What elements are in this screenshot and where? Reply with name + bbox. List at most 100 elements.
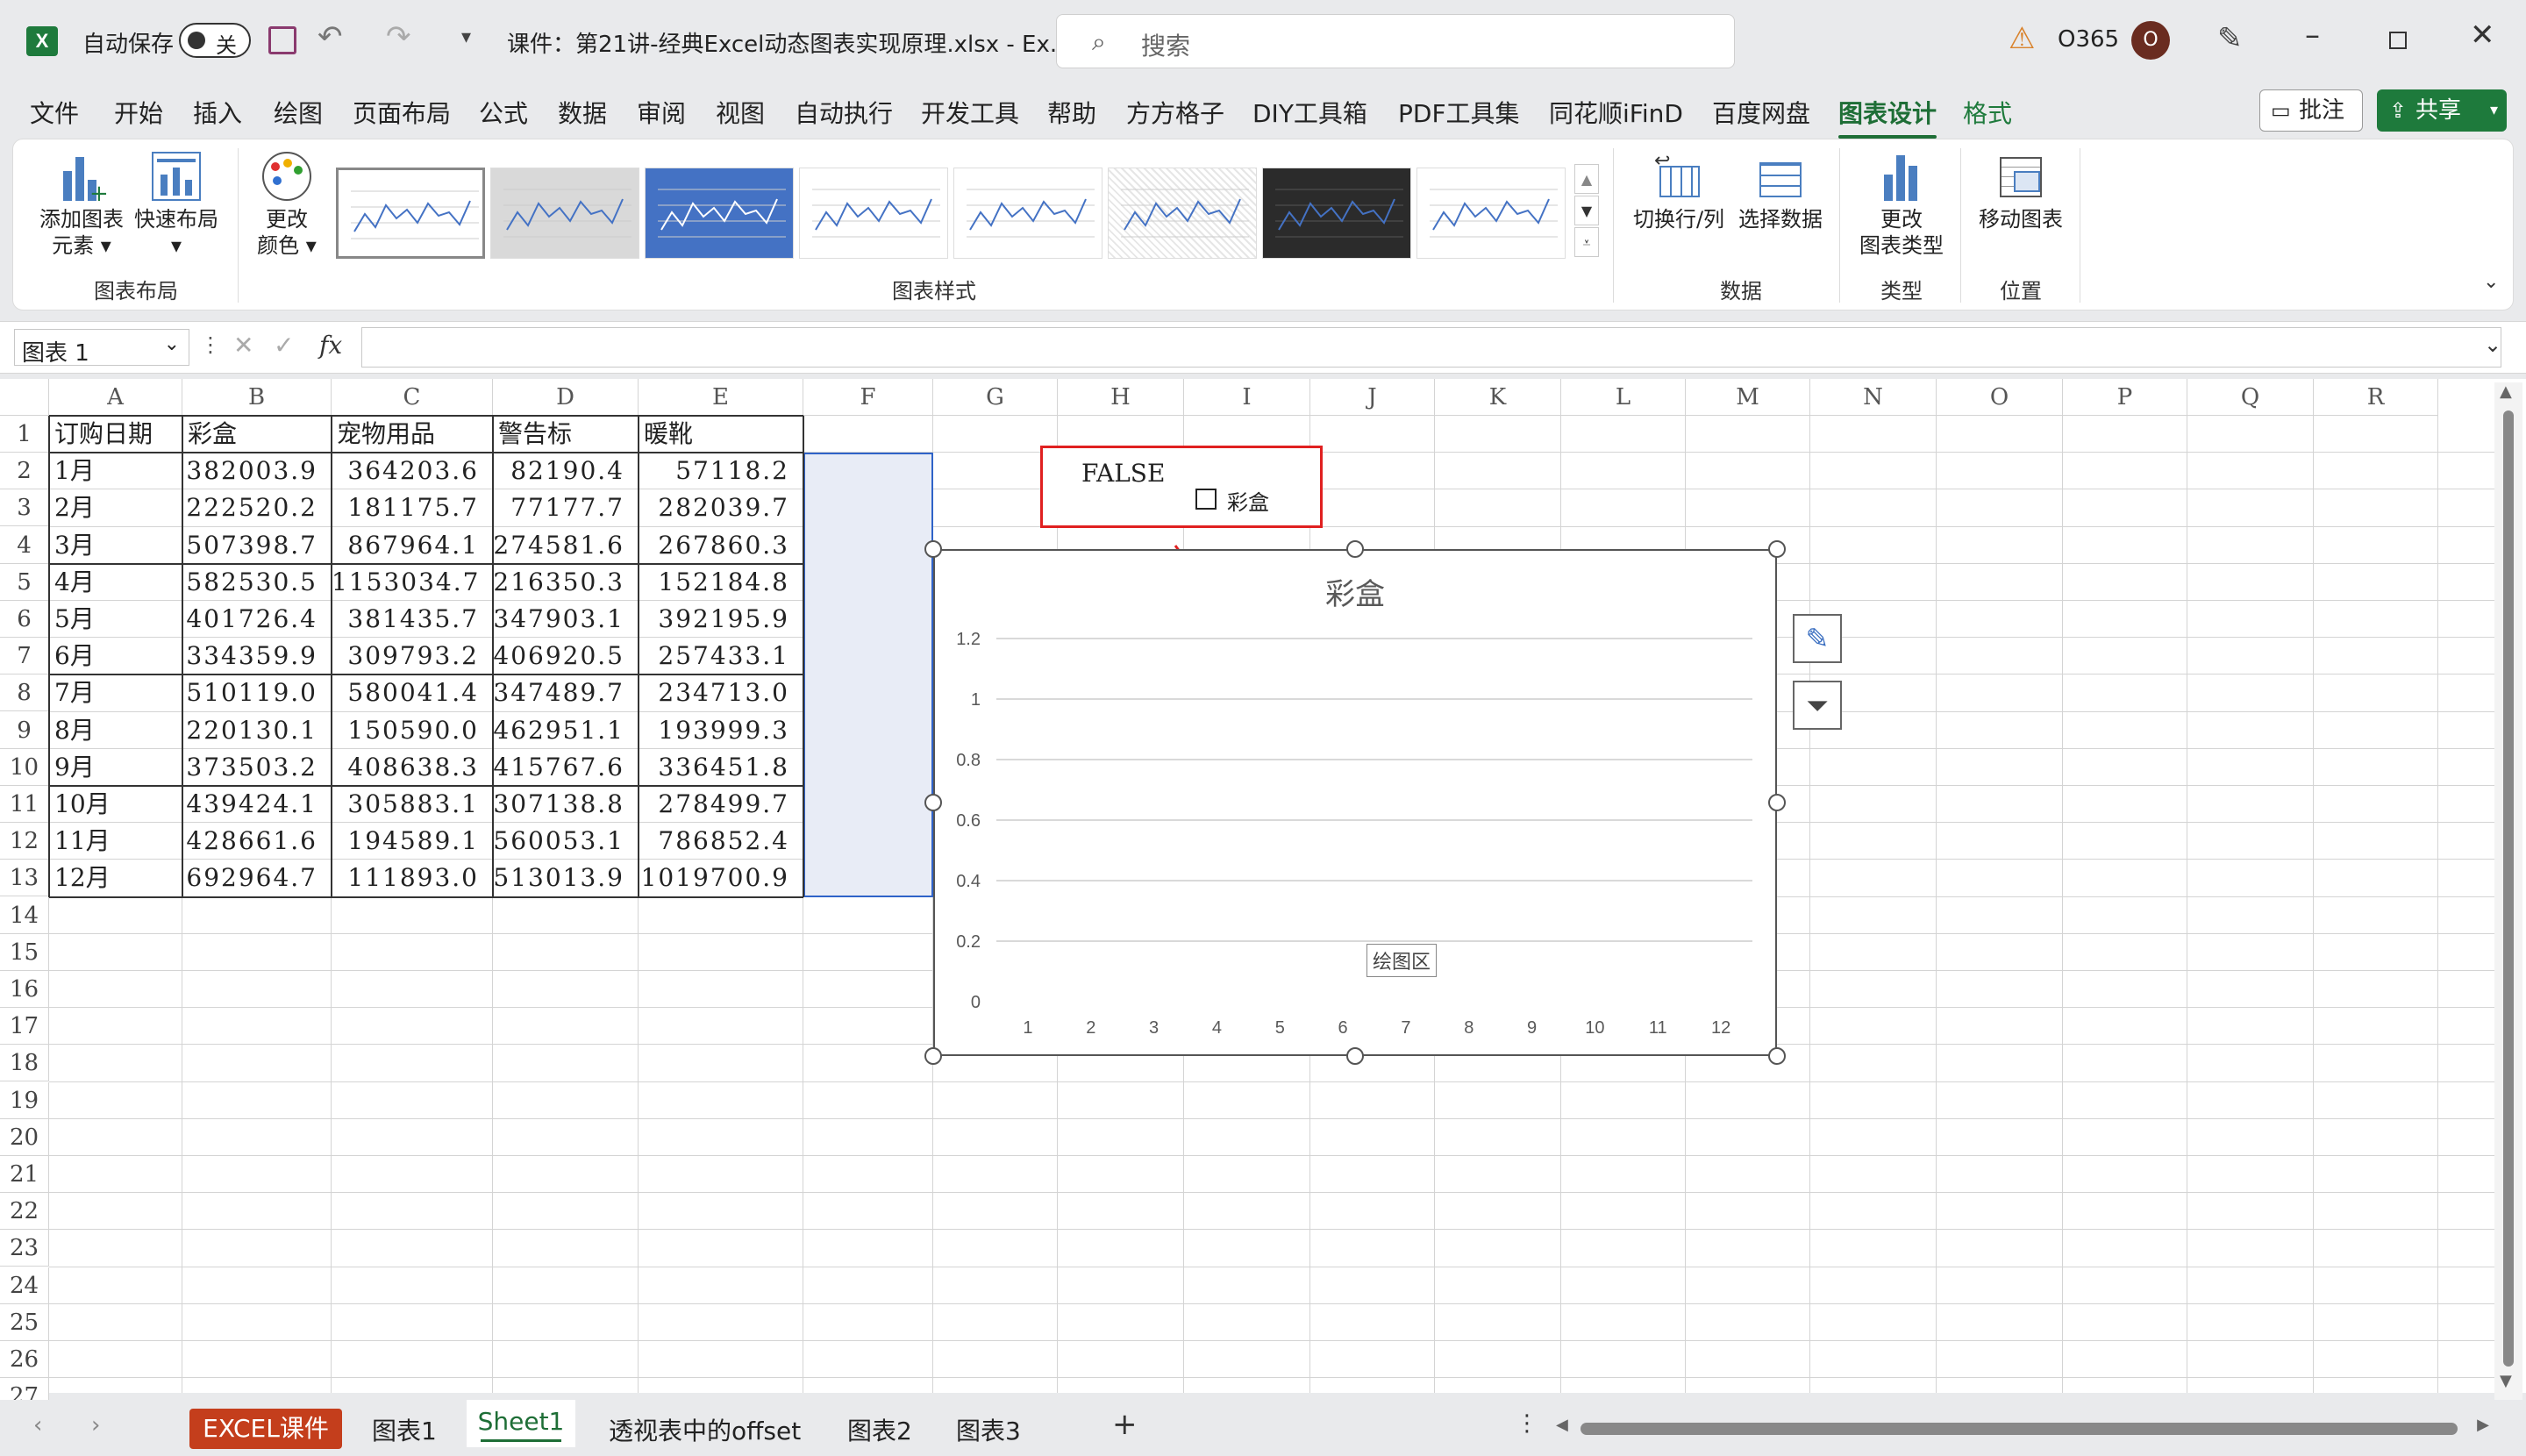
- restore-icon[interactable]: [2389, 32, 2407, 49]
- column-header[interactable]: K: [1435, 379, 1561, 416]
- table-cell[interactable]: 462951.1: [493, 712, 639, 749]
- column-header[interactable]: A: [49, 379, 182, 416]
- chart-style-thumbnail[interactable]: [1262, 168, 1411, 259]
- table-cell[interactable]: 692964.7: [182, 860, 332, 896]
- row-header[interactable]: 14: [0, 896, 49, 934]
- scroll-thumb[interactable]: [2503, 410, 2514, 1367]
- column-header[interactable]: J: [1310, 379, 1435, 416]
- vertical-scrollbar[interactable]: ▲ ▼: [2494, 382, 2522, 1400]
- row-header[interactable]: 9: [0, 711, 49, 749]
- resize-handle[interactable]: [924, 540, 942, 558]
- minimize-icon[interactable]: –: [2305, 18, 2320, 53]
- table-cell[interactable]: 282039.7: [639, 489, 803, 526]
- table-cell[interactable]: 364203.6: [332, 453, 493, 489]
- table-cell[interactable]: 77177.7: [493, 489, 639, 526]
- table-header-cell[interactable]: 订购日期: [49, 416, 182, 453]
- resize-handle[interactable]: [1346, 540, 1364, 558]
- table-cell[interactable]: 111893.0: [332, 860, 493, 896]
- table-cell[interactable]: 1019700.9: [639, 860, 803, 896]
- table-cell[interactable]: 373503.2: [182, 749, 332, 786]
- table-cell[interactable]: 2月: [49, 489, 182, 526]
- select-all-corner[interactable]: [0, 379, 49, 416]
- column-header[interactable]: Q: [2187, 379, 2314, 416]
- menu-insert[interactable]: 插入: [193, 95, 242, 130]
- menu-data[interactable]: 数据: [558, 95, 607, 130]
- close-icon[interactable]: ✕: [2470, 18, 2495, 53]
- table-cell[interactable]: 9月: [49, 749, 182, 786]
- table-cell[interactable]: 1153034.7: [332, 564, 493, 601]
- scroll-down-icon[interactable]: ▼: [2500, 1372, 2512, 1390]
- table-header-cell[interactable]: 宠物用品: [332, 416, 493, 453]
- chart-style-thumbnail[interactable]: [1108, 168, 1257, 259]
- column-header[interactable]: B: [182, 379, 332, 416]
- table-cell[interactable]: 222520.2: [182, 489, 332, 526]
- collapse-ribbon-icon[interactable]: ⌄: [2483, 271, 2499, 293]
- row-header[interactable]: 3: [0, 489, 49, 527]
- column-header[interactable]: L: [1561, 379, 1686, 416]
- row-header[interactable]: 21: [0, 1156, 49, 1193]
- menu-pdf[interactable]: PDF工具集: [1398, 95, 1520, 130]
- table-cell[interactable]: 439424.1: [182, 786, 332, 823]
- enter-icon[interactable]: ✓: [274, 331, 294, 360]
- tab-chart1[interactable]: 图表1: [372, 1412, 437, 1447]
- table-cell[interactable]: 786852.4: [639, 823, 803, 860]
- table-cell[interactable]: 11月: [49, 823, 182, 860]
- menu-diy[interactable]: DIY工具箱: [1252, 95, 1367, 130]
- table-cell[interactable]: 307138.8: [493, 786, 639, 823]
- table-cell[interactable]: 381435.7: [332, 601, 493, 638]
- table-cell[interactable]: 582530.5: [182, 564, 332, 601]
- avatar[interactable]: O: [2131, 21, 2170, 60]
- menu-page-layout[interactable]: 页面布局: [353, 95, 451, 130]
- chart-style-thumbnail[interactable]: [1416, 168, 1566, 259]
- menu-file[interactable]: 文件: [30, 95, 79, 130]
- tab-options-icon[interactable]: ⋮: [1516, 1410, 1538, 1437]
- table-header-cell[interactable]: 暖靴: [639, 416, 803, 453]
- column-header[interactable]: P: [2063, 379, 2187, 416]
- column-header[interactable]: E: [639, 379, 803, 416]
- menu-ifind[interactable]: 同花顺iFinD: [1549, 95, 1683, 130]
- column-header[interactable]: F: [803, 379, 933, 416]
- chart-style-thumbnail[interactable]: [799, 168, 948, 259]
- table-cell[interactable]: 5月: [49, 601, 182, 638]
- menu-review[interactable]: 审阅: [637, 95, 686, 130]
- menu-formulas[interactable]: 公式: [479, 95, 528, 130]
- table-cell[interactable]: 392195.9: [639, 601, 803, 638]
- tab-sheet1[interactable]: Sheet1: [467, 1400, 575, 1447]
- column-header[interactable]: O: [1937, 379, 2063, 416]
- table-cell[interactable]: 193999.3: [639, 712, 803, 749]
- menu-developer[interactable]: 开发工具: [921, 95, 1019, 130]
- row-header[interactable]: 12: [0, 823, 49, 860]
- table-cell[interactable]: 428661.6: [182, 823, 332, 860]
- row-header[interactable]: 1: [0, 416, 49, 453]
- worksheet-grid[interactable]: A B C D E F G H I J K L M N O P Q R 1 2 3 4 5 6 7 8 9 10 11 12 13 14 15 1…: [0, 379, 2526, 1416]
- move-chart-button[interactable]: 移动图表: [1973, 152, 2069, 232]
- insert-function-icon[interactable]: fx: [319, 331, 342, 360]
- column-header[interactable]: M: [1686, 379, 1810, 416]
- table-cell[interactable]: 580041.4: [332, 674, 493, 711]
- table-cell[interactable]: 57118.2: [639, 453, 803, 489]
- table-cell[interactable]: 216350.3: [493, 564, 639, 601]
- table-cell[interactable]: 507398.7: [182, 527, 332, 564]
- table-cell[interactable]: 152184.8: [639, 564, 803, 601]
- warning-icon[interactable]: ⚠: [2009, 21, 2035, 56]
- table-cell[interactable]: 347903.1: [493, 601, 639, 638]
- row-header[interactable]: 8: [0, 674, 49, 712]
- gallery-scroll-down-icon[interactable]: ▼: [1574, 196, 1599, 225]
- scroll-up-icon[interactable]: ▲: [2500, 382, 2512, 401]
- resize-handle[interactable]: [924, 1047, 942, 1065]
- table-cell[interactable]: 257433.1: [639, 638, 803, 674]
- resize-handle[interactable]: [1346, 1047, 1364, 1065]
- plot-area[interactable]: 00.20.40.60.811.21 2 3 4 5 6 7 8 9 10 11 12: [935, 551, 1779, 1058]
- table-cell[interactable]: 10月: [49, 786, 182, 823]
- table-cell[interactable]: 274581.6: [493, 527, 639, 564]
- menu-view[interactable]: 视图: [716, 95, 765, 130]
- add-chart-element-button[interactable]: + 添加图表 元素 ▾: [36, 152, 127, 259]
- name-box[interactable]: 图表 1 ⌄: [14, 329, 189, 367]
- menu-baidu[interactable]: 百度网盘: [1712, 95, 1810, 130]
- menu-ffgz[interactable]: 方方格子: [1126, 95, 1224, 130]
- table-cell[interactable]: 4月: [49, 564, 182, 601]
- row-header[interactable]: 7: [0, 638, 49, 675]
- autosave-toggle[interactable]: 关: [179, 23, 251, 58]
- table-cell[interactable]: 3月: [49, 527, 182, 564]
- column-header[interactable]: H: [1058, 379, 1184, 416]
